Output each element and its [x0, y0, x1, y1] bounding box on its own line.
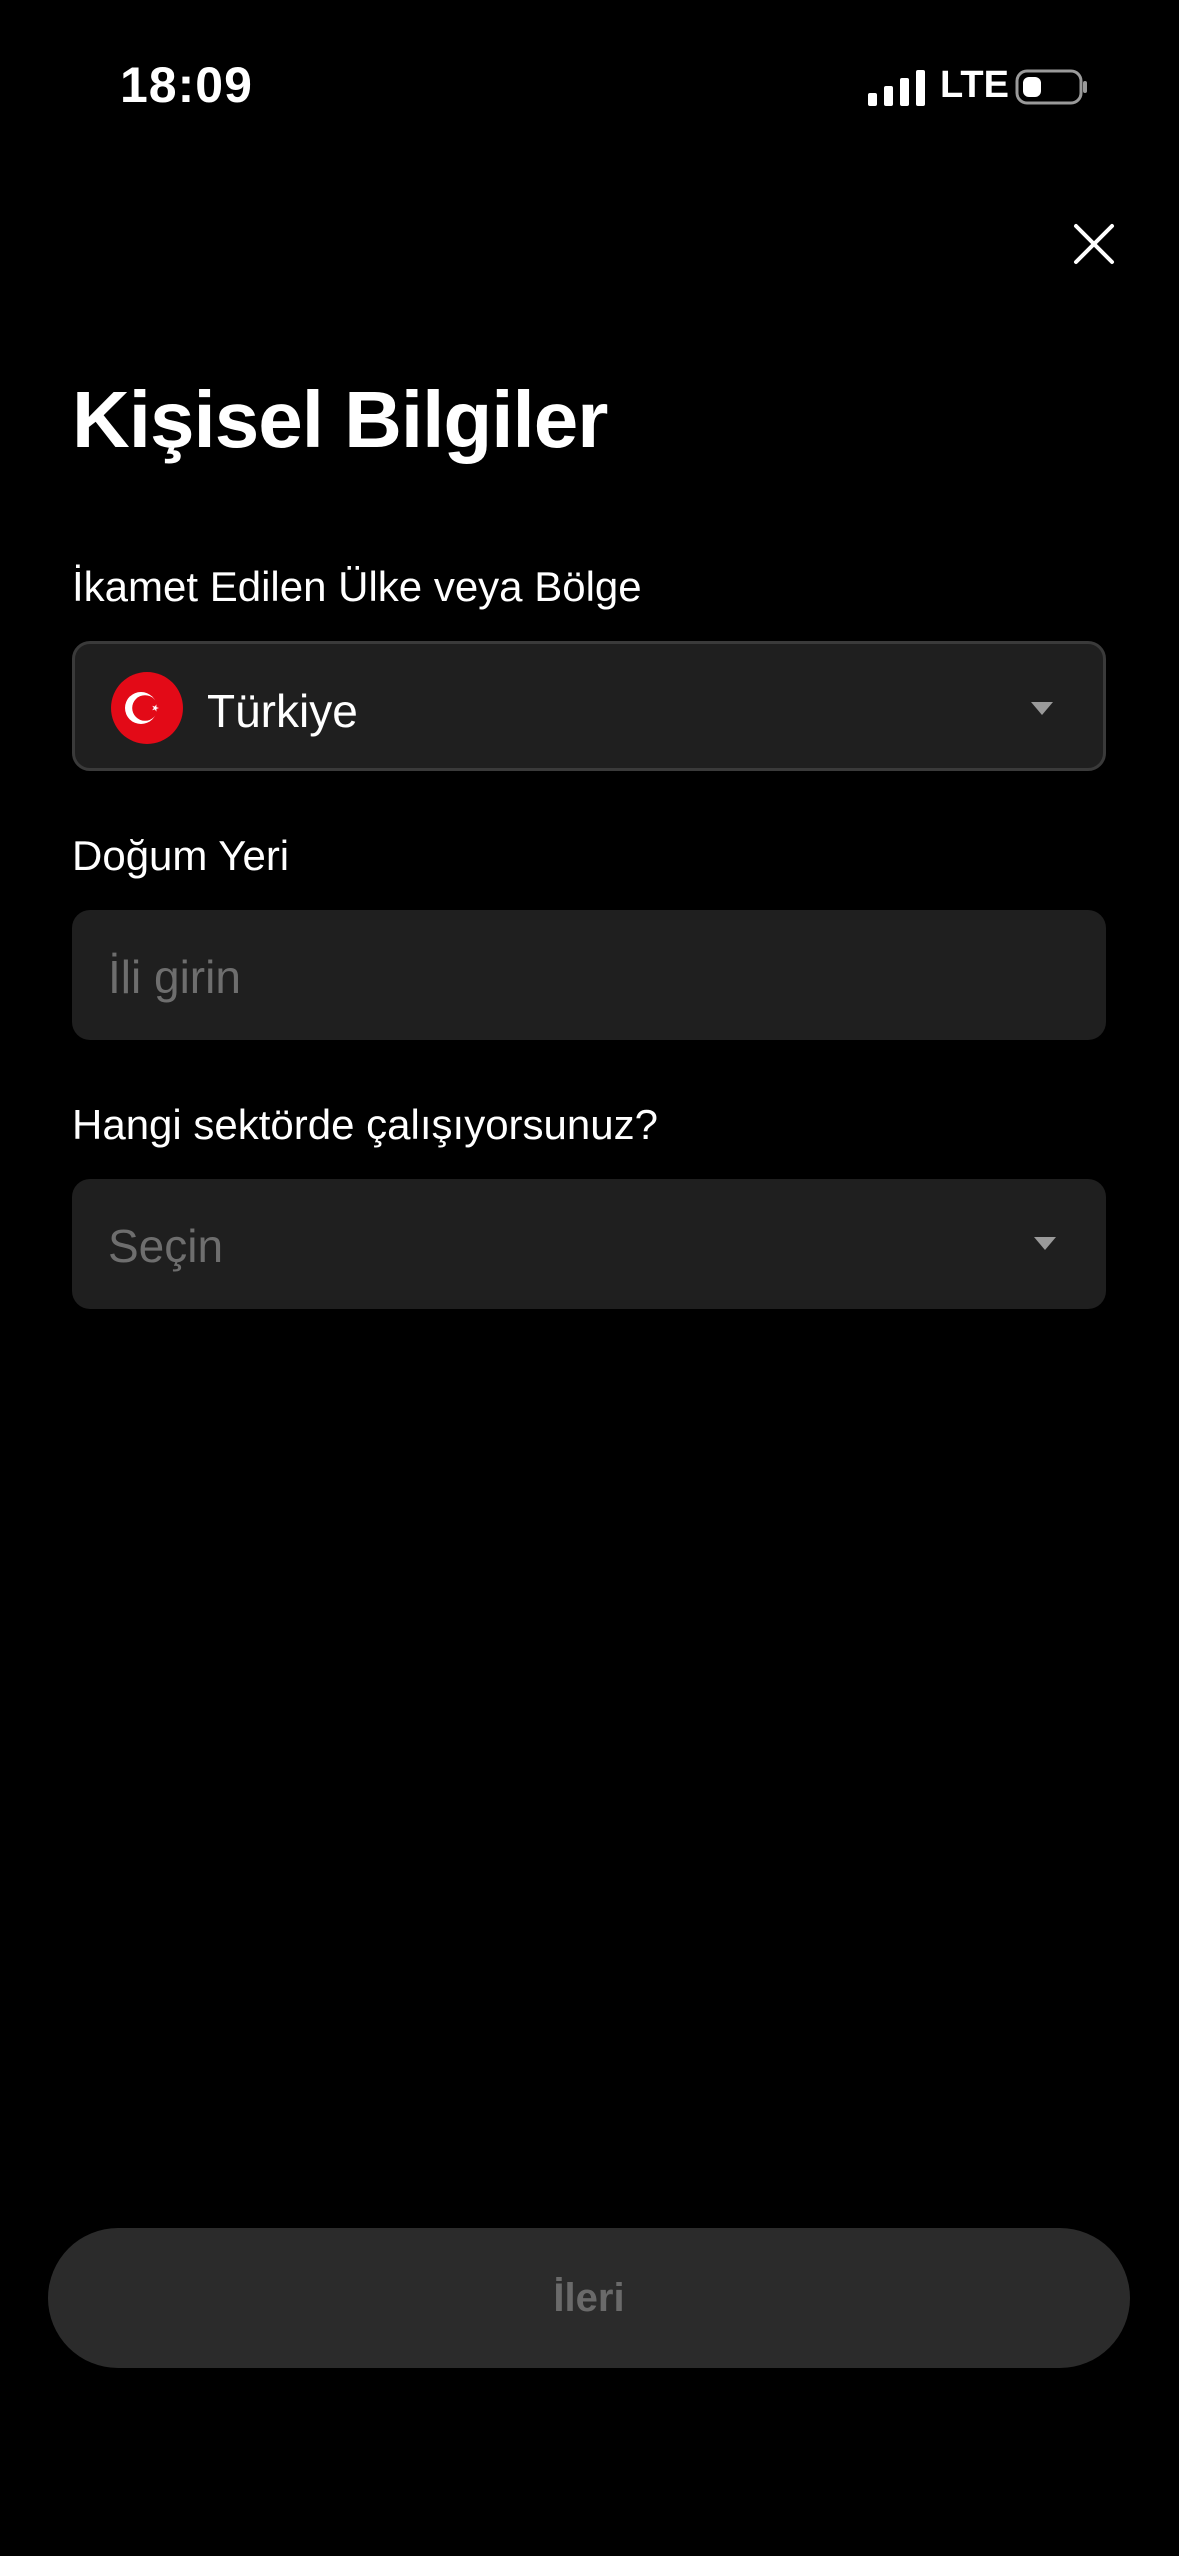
network-label: LTE [940, 64, 1009, 106]
birthplace-placeholder: İli girin [108, 951, 241, 1003]
birthplace-input[interactable]: İli girin [72, 910, 1106, 1040]
close-icon [1074, 224, 1114, 264]
battery-icon [1015, 68, 1089, 106]
sector-label: Hangi sektörde çalışıyorsunuz? [72, 1101, 658, 1148]
signal-icon [868, 68, 926, 106]
page-title: Kişisel Bilgiler [72, 375, 608, 464]
residence-label: İkamet Edilen Ülke veya Bölge [72, 563, 642, 610]
chevron-down-icon [1034, 1237, 1056, 1250]
chevron-down-icon [1031, 702, 1053, 715]
close-button[interactable] [1068, 218, 1120, 270]
sector-select[interactable]: Seçin [72, 1179, 1106, 1309]
birthplace-label: Doğum Yeri [72, 832, 290, 879]
turkey-flag-icon [111, 672, 183, 744]
status-time: 18:09 [120, 57, 253, 113]
sector-placeholder: Seçin [108, 1220, 224, 1272]
residence-value: Türkiye [207, 685, 358, 737]
residence-select[interactable]: Türkiye [72, 641, 1106, 771]
status-bar: 18:09 LTE [0, 0, 1179, 140]
next-button[interactable]: İleri [48, 2228, 1130, 2368]
